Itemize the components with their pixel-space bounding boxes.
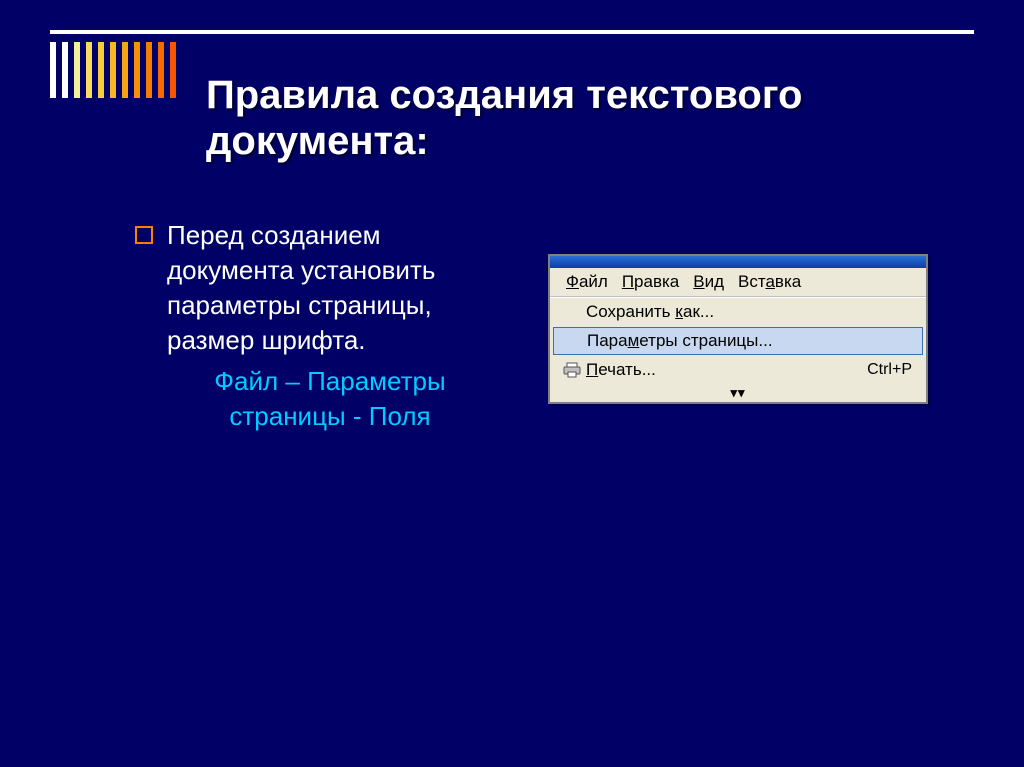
- bullet-square-icon: [135, 226, 153, 244]
- slide: Правила создания текстового документа: П…: [0, 0, 1024, 767]
- stripe: [122, 42, 128, 98]
- slide-title: Правила создания текстового документа:: [206, 72, 944, 164]
- u: а: [765, 272, 774, 291]
- t: Сохранить: [586, 302, 675, 321]
- titlebar: [550, 256, 926, 268]
- t: ид: [705, 272, 724, 291]
- menu-item-label: Сохранить как...: [586, 302, 912, 322]
- stripe: [134, 42, 140, 98]
- menu-file[interactable]: Файл: [566, 272, 608, 292]
- menu-item-shortcut: Ctrl+P: [867, 361, 912, 379]
- menu-item-page-setup[interactable]: Параметры страницы...: [553, 327, 923, 355]
- t: Вст: [738, 272, 765, 291]
- bullet-item: Перед созданием документа установить пар…: [135, 218, 495, 358]
- stripe: [158, 42, 164, 98]
- menu-edit[interactable]: Правка: [622, 272, 679, 292]
- stripe: [74, 42, 80, 98]
- stripe: [170, 42, 176, 98]
- stripe: [146, 42, 152, 98]
- slide-body: Перед созданием документа установить пар…: [135, 218, 495, 435]
- menu-item-save-as[interactable]: Сохранить как...: [550, 298, 926, 326]
- path-text: Файл – Параметры страницы - Поля: [165, 364, 495, 434]
- t: етры страницы...: [639, 331, 772, 350]
- chevrons-down-icon: ▾▾: [730, 385, 745, 401]
- t: Пара: [587, 331, 628, 350]
- stripes: [50, 42, 176, 98]
- menu-item-label: Параметры страницы...: [587, 331, 911, 351]
- menu-screenshot: Файл Правка Вид Вставка Сохранить как...…: [548, 254, 928, 404]
- t: равка: [634, 272, 679, 291]
- menu-insert[interactable]: Вставка: [738, 272, 801, 292]
- stripe: [86, 42, 92, 98]
- t: ечать...: [598, 360, 656, 379]
- u: Ф: [566, 272, 579, 291]
- t: айл: [579, 272, 608, 291]
- stripe: [110, 42, 116, 98]
- menu-dropdown: Сохранить как... Параметры страницы...: [550, 297, 926, 402]
- u: П: [622, 272, 634, 291]
- t: ак...: [683, 302, 714, 321]
- stripe: [62, 42, 68, 98]
- u: м: [628, 331, 640, 350]
- menu-expand-chevron-icon[interactable]: ▾▾: [550, 384, 926, 402]
- u: В: [693, 272, 704, 291]
- printer-icon: [558, 362, 586, 378]
- bullet-text: Перед созданием документа установить пар…: [167, 218, 495, 358]
- menu-item-label: Печать...: [586, 360, 867, 380]
- u: к: [675, 302, 683, 321]
- menu-item-print[interactable]: Печать... Ctrl+P: [550, 356, 926, 384]
- menu-view[interactable]: Вид: [693, 272, 724, 292]
- t: вка: [775, 272, 801, 291]
- top-rule: [50, 30, 974, 34]
- stripe: [98, 42, 104, 98]
- u: П: [586, 360, 598, 379]
- stripe: [50, 42, 56, 98]
- menu-bar: Файл Правка Вид Вставка: [550, 268, 926, 297]
